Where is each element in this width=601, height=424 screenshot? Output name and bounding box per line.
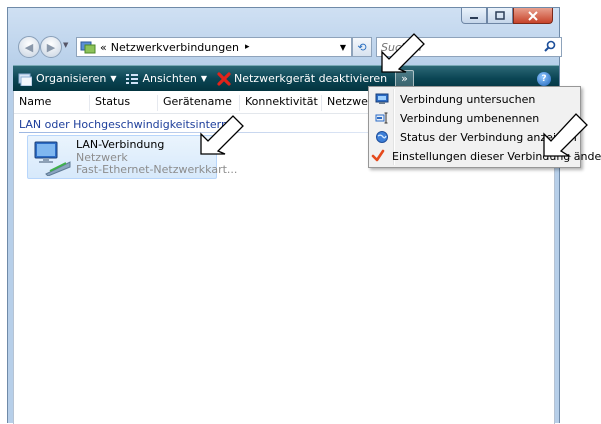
address-prefix: «: [100, 40, 107, 54]
help-button[interactable]: ?: [537, 72, 551, 86]
forward-button[interactable]: ▶: [40, 36, 62, 58]
rename-icon: [375, 112, 388, 124]
column-header-name[interactable]: Name: [14, 95, 89, 111]
lan-connection-item[interactable]: LAN-Verbindung Netzwerk Fast-Ethernet-Ne…: [27, 135, 237, 179]
caption-buttons: [461, 8, 553, 24]
disable-device-button[interactable]: Netzwerkgerät deaktivieren: [212, 66, 392, 91]
disable-device-label: Netzwerkgerät deaktivieren: [234, 72, 388, 85]
navigation-bar: ◀ ▶ ▼ « Netzwerkverbindungen ▸ ▼ ⟲: [14, 33, 562, 59]
disable-x-icon: [217, 71, 231, 86]
search-icon[interactable]: [543, 40, 557, 54]
back-button[interactable]: ◀: [18, 36, 40, 58]
pointer-arrow-annotation-icon: [200, 115, 244, 155]
views-dropdown-icon: ▼: [200, 74, 207, 83]
minimize-icon: [470, 16, 478, 19]
column-header-status[interactable]: Status: [89, 95, 157, 111]
address-separator[interactable]: ▸: [245, 42, 250, 52]
help-icon: ?: [541, 74, 547, 84]
views-label: Ansichten: [142, 72, 197, 85]
pointer-arrow-annotation-icon: [381, 33, 425, 73]
menu-item-label: Verbindung umbenennen: [400, 111, 540, 125]
pointer-arrow-annotation-icon: [543, 113, 588, 157]
network-connections-icon: [80, 41, 96, 54]
refresh-icon: ⟲: [357, 40, 367, 54]
close-button[interactable]: [513, 8, 553, 24]
network-diagnose-icon: [375, 93, 389, 104]
maximize-button[interactable]: [487, 8, 513, 24]
column-header-device[interactable]: Gerätename: [157, 95, 239, 111]
maximize-icon: [495, 11, 505, 20]
close-icon: [528, 10, 538, 21]
organize-button[interactable]: Organisieren ▼: [13, 66, 121, 91]
organize-icon: [18, 73, 32, 86]
refresh-button[interactable]: ⟲: [352, 37, 372, 57]
organize-label: Organisieren: [36, 72, 107, 85]
recent-pages-dropdown-icon[interactable]: ▼: [63, 41, 68, 49]
views-button[interactable]: Ansichten ▼: [121, 66, 212, 91]
address-bar[interactable]: « Netzwerkverbindungen ▸ ▼: [76, 37, 352, 57]
menu-item-diagnose[interactable]: Verbindung untersuchen: [371, 90, 578, 108]
forward-arrow-icon: ▶: [46, 40, 56, 54]
explorer-window: ◀ ▶ ▼ « Netzwerkverbindungen ▸ ▼ ⟲ Suche…: [7, 7, 562, 424]
address-path[interactable]: Netzwerkverbindungen: [111, 41, 239, 54]
status-globe-icon: [376, 131, 388, 143]
connection-device: Fast-Ethernet-Netzwerkkart...: [76, 163, 238, 176]
menu-item-label: Verbindung untersuchen: [400, 92, 536, 106]
organize-dropdown-icon: ▼: [110, 74, 117, 83]
back-arrow-icon: ◀: [24, 40, 34, 54]
column-header-connectivity[interactable]: Konnektivität: [239, 95, 321, 111]
connection-name: LAN-Verbindung: [76, 138, 165, 151]
network-adapter-icon: [34, 141, 71, 176]
views-icon: [126, 73, 139, 84]
address-dropdown-icon[interactable]: ▼: [340, 43, 346, 52]
checkmark-icon: [371, 149, 385, 162]
minimize-button[interactable]: [461, 8, 487, 24]
